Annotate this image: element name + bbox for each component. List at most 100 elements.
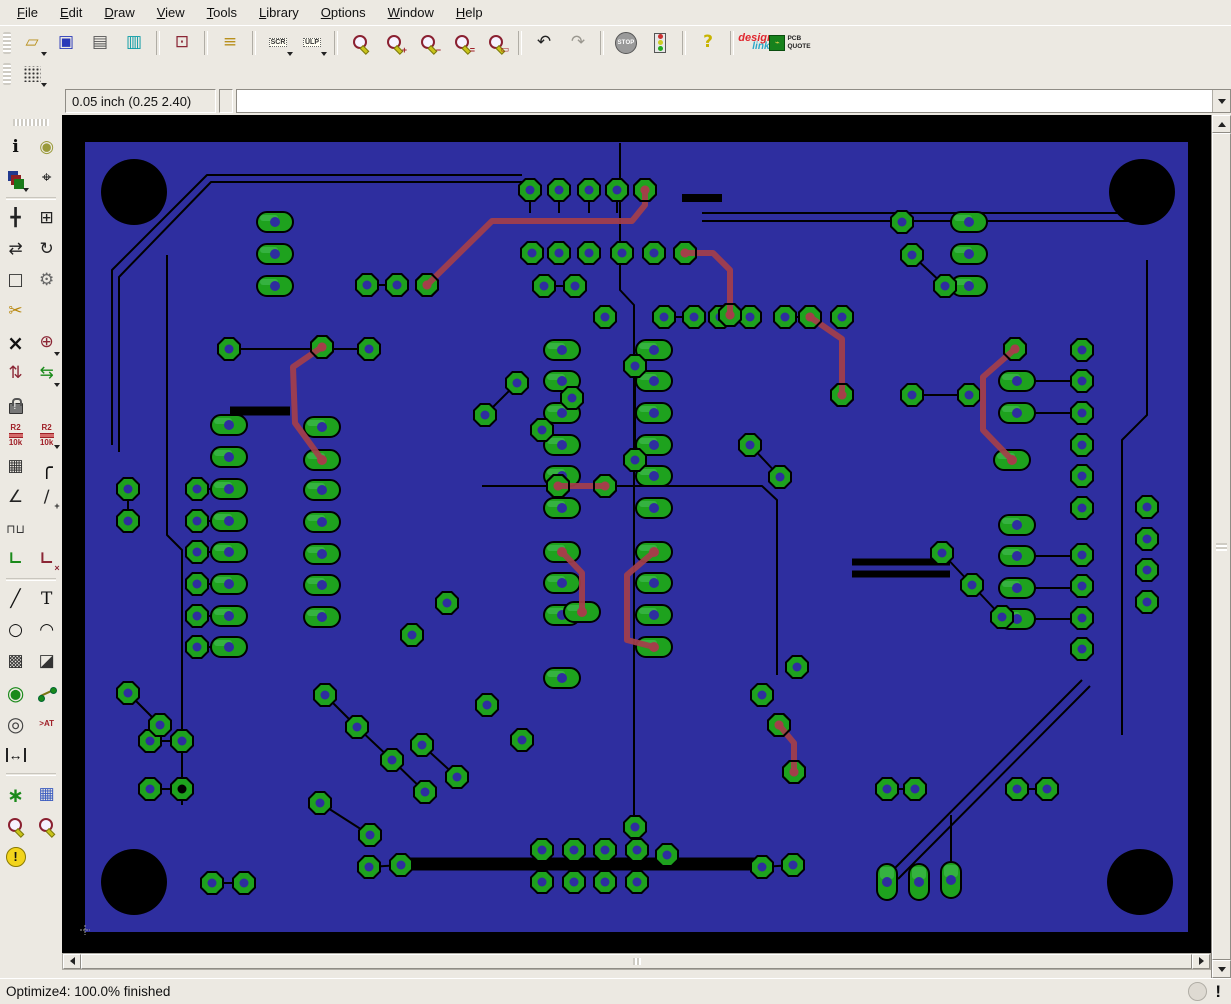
zoom-out-button[interactable]: − bbox=[412, 29, 444, 57]
redo-button[interactable]: ↷ bbox=[562, 29, 594, 57]
gateswap-tool[interactable]: ⇆ bbox=[33, 360, 61, 388]
delete-tool[interactable]: × bbox=[2, 329, 30, 357]
rotate-tool[interactable]: ↻ bbox=[33, 236, 61, 264]
toolbar-drag-handle[interactable] bbox=[3, 63, 11, 85]
vertical-scrollbar[interactable] bbox=[1211, 115, 1231, 978]
zoom-select-button[interactable]: ▭ bbox=[480, 29, 512, 57]
via-hole bbox=[630, 822, 640, 832]
erc-errors-tool[interactable] bbox=[33, 812, 61, 840]
move-tool[interactable]: ╋ bbox=[2, 205, 30, 233]
value-tool[interactable]: R2 10k bbox=[33, 422, 61, 450]
autorouter-tool[interactable]: ▦ bbox=[33, 781, 61, 809]
command-dropdown-button[interactable] bbox=[1212, 90, 1230, 112]
undo-arrow-icon: ↶ bbox=[536, 32, 552, 52]
via-hole bbox=[632, 845, 642, 855]
cam-export-button[interactable]: ▥ bbox=[118, 29, 150, 57]
wire-tool[interactable]: ╱ bbox=[2, 586, 30, 614]
info-tool[interactable]: i bbox=[2, 134, 30, 162]
coordinate-value: 0.05 inch (0.25 2.40) bbox=[72, 93, 192, 109]
pcb-quote-button[interactable]: ⌁ PCB QUOTE bbox=[769, 29, 811, 57]
scroll-right-button[interactable] bbox=[1192, 954, 1211, 969]
split-tool[interactable]: ∠ bbox=[2, 484, 30, 512]
cut-tool[interactable]: ✂ bbox=[2, 298, 30, 326]
run-script-button[interactable]: SCR bbox=[262, 29, 294, 57]
route-tool[interactable]: ∟ bbox=[2, 546, 30, 574]
mirror-tool[interactable]: ⇄ bbox=[2, 236, 30, 264]
horizontal-scrollbar[interactable] bbox=[62, 953, 1212, 970]
via-hole bbox=[387, 755, 397, 765]
add-tool[interactable]: ⊕ bbox=[33, 329, 61, 357]
scroll-down-button[interactable] bbox=[1212, 960, 1231, 978]
copy-tool[interactable]: ⊞ bbox=[33, 205, 61, 233]
via-hole bbox=[537, 425, 547, 435]
polygon-tool[interactable]: ◪ bbox=[33, 648, 61, 676]
board-schematic-button[interactable]: ⊡ bbox=[166, 29, 198, 57]
errors-tool[interactable]: ! bbox=[2, 843, 30, 871]
smash-tool[interactable]: ▦ bbox=[2, 453, 30, 481]
menu-view[interactable]: View bbox=[146, 2, 196, 23]
grid-button[interactable] bbox=[16, 60, 48, 88]
ripup-tool[interactable]: ∟ × bbox=[33, 546, 61, 574]
zoom-in-button[interactable]: + bbox=[378, 29, 410, 57]
via-hole bbox=[123, 688, 133, 698]
arc-tool[interactable]: ◠ bbox=[33, 617, 61, 645]
tool-palette: i◉⌖╋⊞⇄↻□⚙✂×⊕⇅⇆R210kR210k▦╭∠∕+⊓⊔∟∟×╱T○◠▩◪… bbox=[0, 115, 63, 978]
pad-hole bbox=[270, 249, 281, 259]
traffic-light-button[interactable] bbox=[644, 29, 676, 57]
signal-tool[interactable] bbox=[33, 679, 61, 707]
text-tool[interactable]: T bbox=[33, 586, 61, 614]
pcb-canvas[interactable] bbox=[62, 115, 1212, 953]
undo-button[interactable]: ↶ bbox=[528, 29, 560, 57]
menu-file[interactable]: File bbox=[6, 2, 49, 23]
display-tool[interactable] bbox=[2, 165, 30, 193]
via-tool[interactable]: ◉ bbox=[2, 679, 30, 707]
menu-library[interactable]: Library bbox=[248, 2, 310, 23]
palette-drag-handle[interactable] bbox=[13, 119, 50, 126]
design-link-button[interactable]: design link bbox=[738, 29, 773, 57]
via-hole bbox=[192, 516, 202, 526]
pcb-board-drawing[interactable] bbox=[62, 115, 1211, 953]
scroll-left-button[interactable] bbox=[63, 954, 82, 969]
hole-tool[interactable]: ◎ bbox=[2, 710, 30, 738]
dimension-tool[interactable]: ↔ bbox=[2, 741, 30, 769]
pad-hole bbox=[224, 547, 235, 557]
menu-window[interactable]: Window bbox=[377, 2, 445, 23]
menu-help[interactable]: Help bbox=[445, 2, 494, 23]
group-tool[interactable]: □ bbox=[2, 267, 30, 295]
menu-edit[interactable]: Edit bbox=[49, 2, 93, 23]
help-button[interactable]: ? bbox=[692, 29, 724, 57]
eye-icon: ◉ bbox=[39, 137, 55, 157]
menu-options[interactable]: Options bbox=[310, 2, 377, 23]
stop-button[interactable]: STOP bbox=[610, 29, 642, 57]
zoom-redraw-button[interactable]: = bbox=[446, 29, 478, 57]
pinswap-tool[interactable]: ⇅ bbox=[2, 360, 30, 388]
run-ulp-button[interactable]: ULP bbox=[296, 29, 328, 57]
optimize-tool[interactable]: ∕ + bbox=[33, 484, 61, 512]
zoom-fit-button[interactable] bbox=[344, 29, 376, 57]
change-tool[interactable]: ⚙ bbox=[33, 267, 61, 295]
lock-tool[interactable] bbox=[2, 391, 30, 419]
scroll-up-button[interactable] bbox=[1212, 115, 1231, 133]
drc-tool[interactable] bbox=[2, 812, 30, 840]
mirror-icon: ⇄ bbox=[8, 239, 23, 259]
pad-hole bbox=[224, 516, 235, 526]
name-tool[interactable]: R2 10k bbox=[2, 422, 30, 450]
menu-draw[interactable]: Draw bbox=[93, 2, 145, 23]
command-input[interactable] bbox=[237, 90, 1212, 112]
meander-tool[interactable]: ⊓⊔ bbox=[2, 515, 30, 543]
show-tool[interactable]: ◉ bbox=[33, 134, 61, 162]
circle-tool[interactable]: ○ bbox=[2, 617, 30, 645]
save-button[interactable]: ▣ bbox=[50, 29, 82, 57]
mark-tool[interactable]: ⌖ bbox=[33, 165, 61, 193]
print-button[interactable]: ▤ bbox=[84, 29, 116, 57]
horizontal-scroll-thumb[interactable] bbox=[81, 954, 1193, 969]
menu-tools[interactable]: Tools bbox=[196, 2, 248, 23]
rect-tool[interactable]: ▩ bbox=[2, 648, 30, 676]
ratsnest-tool[interactable]: ∗ bbox=[2, 781, 30, 809]
library-button[interactable]: ≡ bbox=[214, 29, 246, 57]
attribute-tool[interactable]: >AT bbox=[33, 710, 61, 738]
miter-tool[interactable]: ╭ bbox=[33, 453, 61, 481]
toolbar-drag-handle[interactable] bbox=[3, 31, 11, 54]
open-file-button[interactable]: ▱ bbox=[16, 29, 48, 57]
vertical-scroll-thumb[interactable] bbox=[1212, 133, 1231, 960]
